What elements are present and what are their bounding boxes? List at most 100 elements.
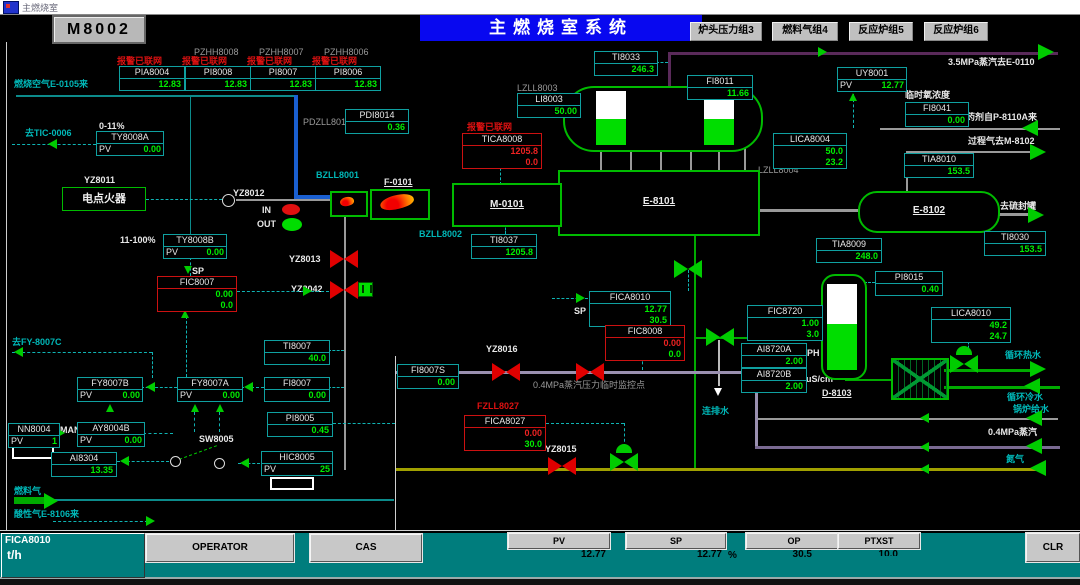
percent-label: % [728,550,740,561]
pv-button[interactable]: PV [508,533,610,549]
meter-ty8008a[interactable]: TY8008APV0.00 [96,131,164,156]
meter-pdi8014[interactable]: PDI80140.36 [345,109,409,134]
meter-tia8009[interactable]: TIA8009248.0 [816,238,882,263]
tag-pdzll8014: PDZLL8014 [303,117,351,127]
meter-fy8007b[interactable]: FY8007BPV0.00 [77,377,143,402]
igniter-box[interactable]: 电点火器 [62,187,146,211]
meter-pi8005[interactable]: PI80050.45 [267,412,333,437]
flow-arrow [244,382,253,392]
valve-hotwater-control[interactable] [950,355,978,373]
tag-sw8005: SW8005 [199,434,234,444]
panel-border-left [6,42,7,530]
tag-lzll8003: LZLL8003 [517,83,558,93]
switch-contact [170,456,181,467]
sp-button[interactable]: SP [626,533,726,549]
meter-ty8008b[interactable]: TY8008BPV0.00 [163,234,227,259]
vessel-label-e8101[interactable]: E-8101 [560,196,758,207]
meter-fy8007a[interactable]: FY8007APV0.00 [177,377,243,402]
valve-yz8042[interactable] [330,281,358,299]
pipe-combustion-air [16,95,296,97]
meter-ai8720b[interactable]: AI8720B2.00 [741,368,807,393]
vessel-label-d8103[interactable]: D-8103 [822,388,852,398]
meter-pi8007[interactable]: PI800712.83 [250,66,316,91]
signal-line [333,423,395,424]
range-label: 11-100% [120,235,156,245]
pv-value: 12.77 [508,549,606,560]
meter-fic8007[interactable]: FIC80070.000.0 [157,276,237,312]
cas-button[interactable]: CAS [310,534,422,562]
valve-actuator [956,346,972,355]
meter-pia8004[interactable]: PIA800412.83 [119,66,185,91]
meter-ti8030[interactable]: TI8030153.5 [984,231,1046,256]
valve-blowdown[interactable] [674,260,702,278]
valve-yz8013[interactable] [330,250,358,268]
ptxst-button[interactable]: PTXST [838,533,920,549]
pipe-fuel-gas [44,499,394,501]
meter-pi8006[interactable]: PI800612.83 [315,66,381,91]
flow-arrow [146,382,155,392]
unit-label-ph: PH [807,348,820,358]
page-title: 主燃烧室系统 [420,15,702,41]
valve-steam-temp[interactable] [576,363,604,381]
meter-fic8720[interactable]: FIC87201.003.0 [747,305,823,341]
flow-arrow-drain [714,388,722,396]
nav-button-fuel-gas-group4[interactable]: 燃料气组4 [772,22,838,41]
nav-button-reactor-group6[interactable]: 反应炉组6 [924,22,988,41]
pipe-drain [718,340,720,386]
meter-ti8007[interactable]: TI800740.0 [264,340,330,365]
meter-fic8008[interactable]: FIC80080.000.0 [605,325,685,361]
vessel-label-e8102[interactable]: E-8102 [860,205,998,216]
signal-line [152,352,153,378]
valve-yz8016[interactable] [492,363,520,381]
meter-ay8004b[interactable]: AY8004BPV0.00 [77,422,145,447]
meter-fi8011[interactable]: FI801111.66 [687,75,753,100]
signal-to-fy8007c [12,352,152,353]
flow-arrow [106,404,114,412]
range-label: 0-11% [99,121,125,131]
vessel-label-m0101[interactable]: M-0101 [454,199,560,210]
meter-tia8010[interactable]: TIA8010153.5 [904,153,974,178]
meter-ai8304[interactable]: AI830413.35 [51,452,117,477]
meter-ti8033[interactable]: TI8033246.3 [594,51,658,76]
valve-n2-control[interactable] [610,453,638,471]
alarm-linked-label: 报警已联网 [182,56,227,66]
meter-tica8008[interactable]: TICA80081205.80.0 [462,133,542,169]
meter-nn8004[interactable]: NN8004PV1 [8,423,60,448]
valve-yz8015[interactable] [548,457,576,475]
tag-yz8012: YZ8012 [233,188,265,198]
meter-lica8010[interactable]: LICA801049.224.7 [931,307,1011,343]
signal-line [219,412,220,432]
operator-button[interactable]: OPERATOR [146,534,294,562]
selected-tag-box: FICA8010 t/h [1,533,145,578]
meter-lica8004[interactable]: LICA800450.023.2 [773,133,847,169]
meter-hic8005[interactable]: HIC8005PV25 [261,451,333,476]
meter-pi8015[interactable]: PI80150.40 [875,271,943,296]
nav-button-furnace-pressure-group3[interactable]: 炉头压力组3 [690,22,762,41]
d8103-level-gauge [827,284,857,324]
meter-fi8041[interactable]: FI80410.00 [905,102,969,127]
meter-ti8037[interactable]: TI80371205.8 [471,234,537,259]
footer-bottom [0,579,1080,585]
meter-pi8008[interactable]: PI800812.83 [185,66,251,91]
meter-ai8720a[interactable]: AI8720A2.00 [741,343,807,368]
meter-fi8007s[interactable]: FI8007S0.00 [397,364,459,389]
meter-fica8027[interactable]: FICA80270.0030.0 [464,415,546,451]
vessel-label-f0101[interactable]: F-0101 [384,177,413,187]
pipe-acid-gas [53,521,148,522]
flow-arrow [146,516,155,526]
meter-fica8010[interactable]: FICA801012.7730.5 [589,291,671,327]
valve-fic8720[interactable] [706,328,734,346]
flow-arrow [818,47,827,57]
flow-label-air: 燃烧空气E-0105来 [14,79,88,89]
flow-arrow-bfw [1026,410,1042,426]
flow-label-procgas: 过程气去M-8102 [968,136,1035,146]
meter-uy8001[interactable]: UY8001PV12.77 [837,67,907,92]
op-button[interactable]: OP [746,533,842,549]
flow-arrow-procgas [1030,144,1046,160]
nav-button-reactor-group5[interactable]: 反应炉组5 [849,22,913,41]
meter-li8003[interactable]: LI800350.00 [517,93,581,118]
meter-fi8007[interactable]: FI80070.00 [264,377,330,402]
flow-arrow-steam04 [1026,438,1042,454]
clr-button[interactable]: CLR [1026,533,1080,562]
pipe-fuel-gas [14,497,44,504]
